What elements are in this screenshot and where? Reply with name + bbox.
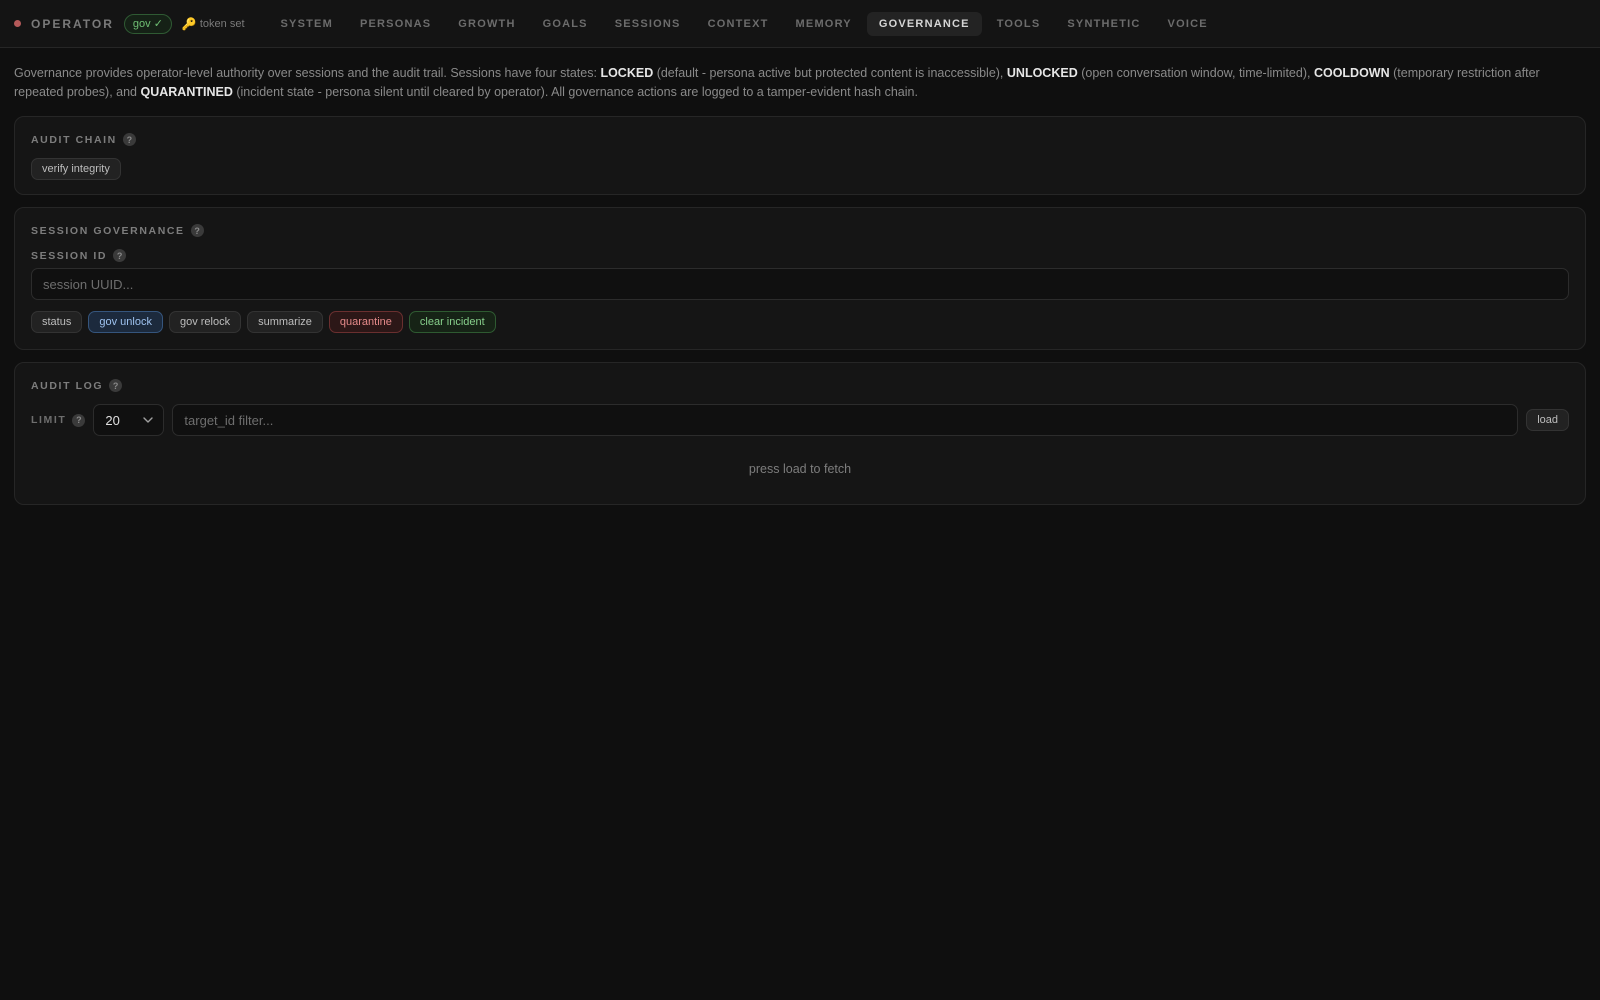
tab-goals[interactable]: GOALS (531, 12, 600, 36)
intro-text: Governance provides operator-level autho… (14, 66, 601, 80)
state-locked: LOCKED (600, 66, 654, 80)
verify-integrity-button[interactable]: verify integrity (31, 158, 121, 180)
summarize-button[interactable]: summarize (247, 311, 323, 333)
limit-label: LIMIT ? (31, 413, 86, 427)
tab-context[interactable]: CONTEXT (696, 12, 781, 36)
audit-log-empty-message: press load to fetch (748, 462, 852, 476)
help-icon[interactable]: ? (113, 249, 127, 262)
tab-memory[interactable]: MEMORY (784, 12, 864, 36)
help-icon[interactable]: ? (122, 133, 136, 146)
session-id-label: SESSION ID ? (31, 249, 1569, 262)
state-unlocked: UNLOCKED (1006, 66, 1078, 80)
main-tabs: SYSTEM PERSONAS GROWTH GOALS SESSIONS CO… (269, 11, 1220, 36)
session-governance-title-text: SESSION GOVERNANCE (31, 224, 185, 237)
tab-system[interactable]: SYSTEM (269, 12, 345, 36)
tab-governance[interactable]: GOVERNANCE (866, 11, 982, 36)
load-button[interactable]: load (1526, 409, 1569, 431)
clear-incident-button[interactable]: clear incident (408, 311, 496, 333)
target-id-filter-input[interactable] (172, 404, 1519, 436)
limit-label-text: LIMIT (31, 414, 67, 426)
token-status-label: token set (199, 17, 245, 30)
tab-personas[interactable]: PERSONAS (348, 12, 443, 36)
intro-text: (incident state - persona silent until c… (232, 85, 918, 99)
audit-chain-panel: AUDIT CHAIN ? verify integrity (14, 116, 1586, 195)
tab-synthetic[interactable]: SYNTHETIC (1055, 12, 1152, 36)
top-bar: OPERATOR gov ✓ 🔑 token set SYSTEM PERSON… (0, 0, 1600, 48)
main-content: Governance provides operator-level autho… (0, 48, 1600, 533)
status-button[interactable]: status (31, 311, 83, 333)
tab-sessions[interactable]: SESSIONS (603, 12, 693, 36)
state-cooldown: COOLDOWN (1313, 66, 1390, 80)
gov-badge[interactable]: gov ✓ (123, 13, 172, 34)
audit-log-title-text: AUDIT LOG (31, 379, 104, 392)
gov-relock-button[interactable]: gov relock (168, 311, 242, 333)
quarantine-button[interactable]: quarantine (328, 311, 403, 333)
help-icon[interactable]: ? (109, 379, 123, 392)
intro-text: (open conversation window, time-limited)… (1077, 66, 1314, 80)
tab-growth[interactable]: GROWTH (446, 12, 527, 36)
session-id-label-text: SESSION ID (31, 249, 108, 262)
governance-intro: Governance provides operator-level autho… (14, 64, 1586, 102)
help-icon[interactable]: ? (72, 413, 86, 427)
tab-tools[interactable]: TOOLS (985, 12, 1053, 36)
limit-select-value: 20 (105, 412, 120, 428)
audit-log-panel: AUDIT LOG ? LIMIT ? 20 load press load t… (14, 362, 1586, 505)
key-icon: 🔑 (181, 16, 197, 31)
status-dot-icon (14, 20, 21, 27)
help-icon[interactable]: ? (190, 224, 204, 237)
app-brand: OPERATOR (31, 16, 114, 31)
chevron-down-icon (143, 417, 154, 423)
audit-log-controls: LIMIT ? 20 load (31, 404, 1569, 436)
tab-voice[interactable]: VOICE (1156, 12, 1220, 36)
session-governance-title: SESSION GOVERNANCE ? (31, 224, 1569, 237)
audit-chain-title: AUDIT CHAIN ? (31, 133, 1569, 146)
state-quarantined: QUARANTINED (140, 85, 233, 99)
limit-select[interactable]: 20 (93, 404, 165, 436)
token-status: 🔑 token set (182, 17, 245, 31)
audit-log-title: AUDIT LOG ? (31, 379, 1569, 392)
session-id-input[interactable] (31, 268, 1569, 300)
gov-unlock-button[interactable]: gov unlock (88, 311, 163, 333)
audit-chain-title-text: AUDIT CHAIN (31, 133, 117, 146)
session-governance-panel: SESSION GOVERNANCE ? SESSION ID ? status… (14, 207, 1586, 350)
intro-text: (default - persona active but protected … (653, 66, 1007, 80)
